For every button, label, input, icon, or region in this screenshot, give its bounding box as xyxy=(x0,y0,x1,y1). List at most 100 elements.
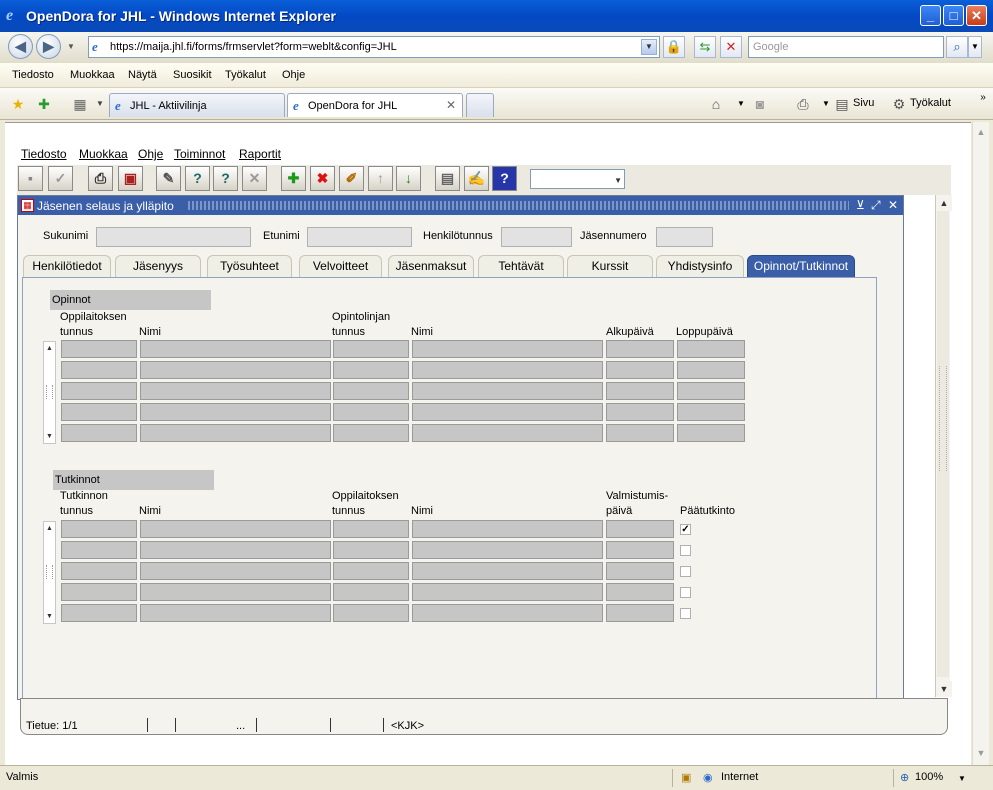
grid-cell[interactable] xyxy=(333,382,409,400)
next-record-icon[interactable]: ↓ xyxy=(396,166,421,191)
tab-list-icon[interactable]: ▼ xyxy=(92,96,108,112)
toolbar-select[interactable]: ▼ xyxy=(530,169,625,189)
form-menu-tiedosto[interactable]: Tiedosto xyxy=(21,147,67,161)
grid-cell[interactable] xyxy=(333,583,409,601)
grid-cell[interactable] xyxy=(61,541,137,559)
form-menu-ohje[interactable]: Ohje xyxy=(138,147,163,161)
search-tool-icon[interactable]: ✎ xyxy=(156,166,181,191)
grid-cell[interactable] xyxy=(606,541,674,559)
back-button[interactable]: ◀ xyxy=(8,34,33,59)
grid-cell[interactable] xyxy=(606,604,674,622)
refresh-icon[interactable]: ⇆ xyxy=(694,36,716,58)
grid-cell[interactable] xyxy=(412,382,603,400)
grid-cell[interactable] xyxy=(606,340,674,358)
scroll-down-icon[interactable]: ▼ xyxy=(973,745,989,761)
browser-vertical-scrollbar[interactable]: ▲ ▼ xyxy=(972,122,989,765)
close-button[interactable]: ✕ xyxy=(966,5,987,26)
grid-cell[interactable] xyxy=(140,361,331,379)
grid-cell[interactable] xyxy=(606,562,674,580)
chevron-more-icon[interactable]: » xyxy=(975,90,991,106)
favorites-star-icon[interactable]: ★ xyxy=(10,96,26,112)
tab-tyosuhteet[interactable]: Työsuhteet xyxy=(207,255,292,277)
search-dropdown-icon[interactable]: ▼ xyxy=(968,36,982,58)
menu-suosikit[interactable]: Suosikit xyxy=(173,69,212,81)
search-input[interactable]: Google xyxy=(748,36,944,58)
scroll-down-icon[interactable]: ▼ xyxy=(44,611,55,623)
form-menu-toiminnot[interactable]: Toiminnot xyxy=(174,147,225,161)
lock-icon[interactable]: 🔒 xyxy=(663,36,685,58)
tab-jasenyys[interactable]: Jäsenyys xyxy=(115,255,201,277)
maximize-button[interactable]: □ xyxy=(943,5,964,26)
grid-cell[interactable] xyxy=(606,403,674,421)
grid-cell[interactable] xyxy=(333,562,409,580)
grid-cell[interactable] xyxy=(140,604,331,622)
tab-opinnot-tutkinnot[interactable]: Opinnot/Tutkinnot xyxy=(747,255,855,277)
add-favorite-icon[interactable]: ✚ xyxy=(36,96,52,112)
close-form-icon[interactable]: ▣ xyxy=(118,166,143,191)
grid-cell[interactable] xyxy=(677,361,745,379)
save-icon[interactable]: ▪ xyxy=(18,166,43,191)
stop-icon[interactable]: ✕ xyxy=(720,36,742,58)
grid-cell[interactable] xyxy=(61,382,137,400)
scroll-thumb[interactable] xyxy=(937,211,949,677)
menu-tiedosto[interactable]: Tiedosto xyxy=(12,69,54,81)
grid-cell[interactable] xyxy=(412,604,603,622)
grid-cell[interactable] xyxy=(412,520,603,538)
scroll-up-icon[interactable]: ▲ xyxy=(44,343,55,355)
list-icon[interactable]: ▤ xyxy=(435,166,460,191)
cancel-query-icon[interactable]: ✕ xyxy=(242,166,267,191)
menu-tyokalut[interactable]: Työkalut xyxy=(225,69,266,81)
scroll-grip-icon[interactable] xyxy=(46,385,53,399)
grid-cell[interactable] xyxy=(333,604,409,622)
grid-cell[interactable] xyxy=(333,520,409,538)
home-dropdown-icon[interactable]: ▼ xyxy=(733,96,749,112)
grid-cell[interactable] xyxy=(61,562,137,580)
paatutkinto-checkbox[interactable] xyxy=(680,608,691,619)
grid-cell[interactable] xyxy=(61,424,137,442)
minimize-form-icon[interactable]: ⊻ xyxy=(856,198,865,212)
execute-query-icon[interactable]: ? xyxy=(213,166,238,191)
grid-cell[interactable] xyxy=(412,424,603,442)
grid-cell[interactable] xyxy=(61,583,137,601)
print-dropdown-icon[interactable]: ▼ xyxy=(818,96,834,112)
print-form-icon[interactable]: ⎙ xyxy=(88,166,113,191)
grid-cell[interactable] xyxy=(333,541,409,559)
tab-aktiivilinja[interactable]: e JHL - Aktiivilinja xyxy=(109,93,285,117)
grid-cell[interactable] xyxy=(140,562,331,580)
feeds-icon[interactable]: ◙ xyxy=(752,96,768,112)
menu-ohje[interactable]: Ohje xyxy=(282,69,305,81)
grid-cell[interactable] xyxy=(606,382,674,400)
grid-cell[interactable] xyxy=(61,403,137,421)
zoom-dropdown-icon[interactable]: ▼ xyxy=(958,774,966,783)
scroll-down-icon[interactable]: ▼ xyxy=(936,681,952,697)
grid-cell[interactable] xyxy=(333,403,409,421)
maximize-form-icon[interactable]: ⤢ xyxy=(871,198,881,213)
grid-cell[interactable] xyxy=(61,340,137,358)
grid-cell[interactable] xyxy=(412,583,603,601)
grid-cell[interactable] xyxy=(606,424,674,442)
zoom-level[interactable]: 100% xyxy=(915,771,943,783)
grid-cell[interactable] xyxy=(677,340,745,358)
scroll-down-icon[interactable]: ▼ xyxy=(44,431,55,443)
grid-cell[interactable] xyxy=(140,520,331,538)
scroll-up-icon[interactable]: ▲ xyxy=(44,523,55,535)
grid-cell[interactable] xyxy=(677,403,745,421)
close-form-window-icon[interactable]: ✕ xyxy=(888,198,898,212)
grid-cell[interactable] xyxy=(412,562,603,580)
grid-cell[interactable] xyxy=(677,382,745,400)
popup-blocker-icon[interactable]: ▣ xyxy=(681,771,691,784)
help-icon[interactable]: ? xyxy=(492,166,517,191)
home-icon[interactable]: ⌂ xyxy=(708,96,724,112)
quick-tabs-icon[interactable]: ▦ xyxy=(72,96,88,112)
form-menu-muokkaa[interactable]: Muokkaa xyxy=(79,147,128,161)
history-dropdown-icon[interactable]: ▼ xyxy=(67,42,75,51)
forward-button[interactable]: ▶ xyxy=(36,34,61,59)
edit-icon[interactable]: ✍ xyxy=(464,166,489,191)
commit-icon[interactable]: ✓ xyxy=(48,166,73,191)
tab-tehtavat[interactable]: Tehtävät xyxy=(478,255,564,277)
delete-record-icon[interactable]: ✖ xyxy=(310,166,335,191)
opinnot-row-scrollbar[interactable]: ▲ ▼ xyxy=(43,341,56,444)
sukunimi-field[interactable] xyxy=(96,227,251,247)
enter-query-icon[interactable]: ? xyxy=(185,166,210,191)
form-vertical-scrollbar[interactable]: ▲ ▼ xyxy=(935,195,952,697)
